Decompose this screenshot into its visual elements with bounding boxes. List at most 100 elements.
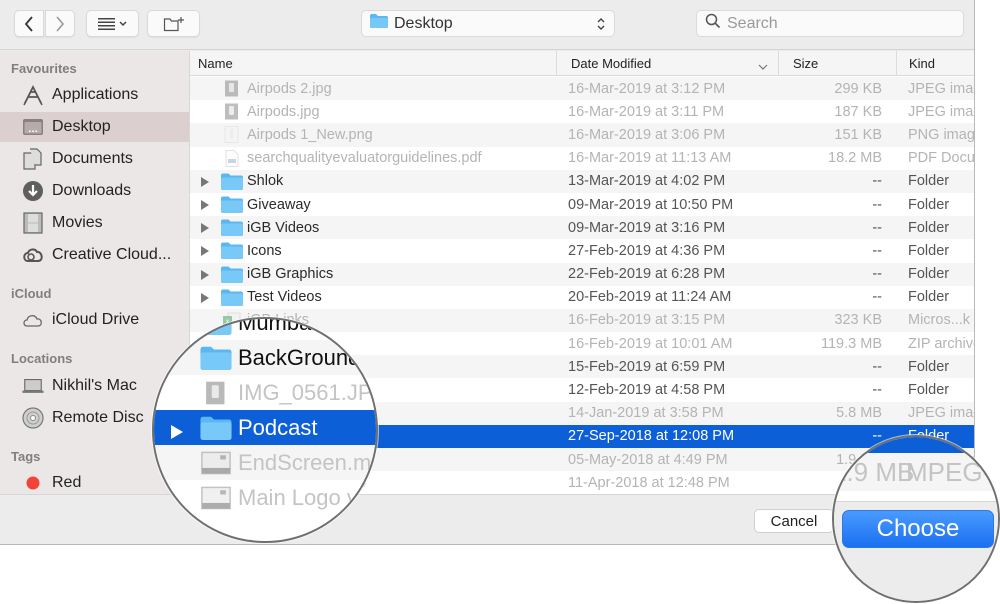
magnified-file-row[interactable]: Main Logo v1.mp4 [154, 480, 377, 515]
sidebar-item-creative-cloud[interactable]: Creative Cloud... [0, 240, 189, 270]
magnified-file-row[interactable]: Podcast [154, 410, 376, 446]
list-border [974, 51, 975, 494]
file-row[interactable]: Test Videos 20-Feb-2019 at 11:24 AM -- Fold… [190, 286, 974, 309]
location-popup[interactable]: Desktop [361, 10, 615, 37]
file-date-modified: 16-Feb-2019 at 10:01 AM [568, 335, 733, 352]
new-folder-icon [163, 16, 185, 32]
folder-icon [221, 266, 243, 283]
disclosure-triangle-icon[interactable] [170, 420, 184, 446]
dialog-footer: Cancel Choose [0, 494, 974, 544]
column-header-kind[interactable]: Kind [896, 51, 974, 76]
magnified-choose-button[interactable]: Choose [842, 510, 994, 548]
file-row[interactable]: iGB Graphics 22-Feb-2019 at 6:28 PM -- Fold… [190, 262, 974, 286]
file-size: -- [872, 266, 882, 283]
disclosure-triangle-icon[interactable] [200, 245, 210, 257]
file-row[interactable]: Airpods 2.jpg 16-Mar-2019 at 3:12 PM 299 K… [190, 77, 974, 101]
creative-cloud-icon [22, 244, 44, 266]
column-header-size[interactable]: Size [778, 51, 896, 76]
file-name: Airpods.jpg [247, 103, 320, 120]
file-name: Icons [247, 242, 282, 259]
file-name: iGB Graphics [247, 266, 334, 283]
search-field[interactable] [696, 10, 964, 37]
file-kind: Folder [908, 219, 950, 236]
file-row[interactable]: Airpods.jpg 16-Mar-2019 at 3:11 PM 187 KB J… [190, 100, 974, 123]
search-input[interactable] [727, 14, 947, 33]
folder-icon [200, 346, 232, 370]
disclosure-triangle-icon[interactable] [200, 292, 210, 304]
laptop-icon [22, 375, 44, 397]
disclosure-triangle-icon[interactable] [200, 176, 210, 188]
file-row[interactable]: searchqualityevaluatorguidelines.pdf 16-M… [190, 147, 974, 170]
file-size: -- [872, 382, 882, 399]
back-button[interactable] [14, 10, 44, 37]
file-size: 151 KB [834, 126, 882, 143]
folder-icon [200, 416, 232, 440]
applications-icon [22, 84, 44, 106]
file-kind: JPEG image [908, 405, 974, 422]
disclosure-triangle-icon[interactable] [200, 199, 210, 211]
file-size: -- [872, 358, 882, 375]
magnified-footer: Choose [834, 501, 998, 601]
file-row[interactable]: Icons 27-Feb-2019 at 4:36 PM -- Folder [190, 239, 974, 262]
sidebar-item-documents[interactable]: Documents [0, 144, 189, 174]
column-header-date-modified[interactable]: Date Modified [556, 51, 778, 76]
file-date-modified: 13-Mar-2019 at 4:02 PM [568, 173, 726, 190]
cancel-button[interactable]: Cancel [754, 509, 834, 533]
magnified-row: 1.9 MB MPEG-4 [832, 453, 998, 518]
new-folder-button[interactable] [147, 10, 200, 37]
folder-icon [221, 289, 243, 306]
sidebar-section-locations: Locations [11, 351, 73, 366]
file-name: Giveaway [247, 196, 311, 213]
file-date-modified: 12-Feb-2019 at 4:58 PM [568, 382, 726, 399]
file-kind: Folder [908, 382, 950, 399]
file-row[interactable]: Shlok 13-Mar-2019 at 4:02 PM -- Folder [190, 169, 974, 193]
sidebar-section-tags: Tags [11, 449, 41, 464]
toolbar: Desktop [0, 0, 974, 50]
view-options-button[interactable] [86, 10, 139, 37]
magnifier-right: 1.9 MB MPEG-4 Choose [832, 435, 1000, 603]
magnified-file-name: Main Logo v1.mp4 [238, 484, 377, 510]
file-kind: PNG image [908, 126, 975, 143]
magnified-file-name: IMG_0561.JPG [238, 379, 378, 405]
image-file-icon [221, 80, 243, 97]
magnified-size-text: 1.9 MB [832, 457, 915, 487]
sidebar-item-movies[interactable]: Movies [0, 208, 189, 238]
file-row[interactable]: Airpods 1_New.png 16-Mar-2019 at 3:06 PM 1… [190, 123, 975, 147]
cloud-icon [22, 309, 44, 331]
video-file-icon [200, 451, 232, 475]
image-file-icon [221, 103, 243, 120]
file-kind: Micros...k [908, 312, 971, 329]
magnified-file-name: Podcast [238, 414, 318, 440]
disclosure-triangle-icon[interactable] [200, 222, 210, 234]
file-date-modified: 16-Feb-2019 at 3:15 PM [568, 312, 726, 329]
file-name: Test Videos [247, 289, 322, 306]
file-date-modified: 14-Jan-2019 at 3:58 PM [568, 405, 724, 422]
list-header: Name Date Modified Size Kind [190, 51, 974, 76]
file-name: Shlok [247, 173, 284, 190]
forward-button[interactable] [45, 10, 75, 37]
file-row[interactable]: Giveaway 09-Mar-2019 at 10:50 PM -- Folder [190, 193, 974, 216]
file-size: 299 KB [834, 80, 882, 97]
magnified-file-row[interactable]: Mumbai [154, 319, 376, 340]
file-row[interactable]: iGB Videos 09-Mar-2019 at 3:16 PM -- Folder [190, 216, 974, 240]
magnified-rows: Mumbai BackGround IMG_0561.JPG Podcast EndSc… [154, 319, 378, 541]
file-date-modified: 15-Feb-2019 at 6:59 PM [568, 358, 726, 375]
magnified-file-row[interactable]: EndScreen.mp4 [154, 445, 376, 480]
file-size: 187 KB [834, 103, 882, 120]
updown-chevron-icon [596, 16, 606, 37]
magnified-file-row[interactable]: IMG_0561.JPG [154, 375, 378, 410]
magnified-selected-row [834, 437, 998, 453]
pdf-file-icon [221, 149, 243, 167]
file-kind: Folder [908, 196, 950, 213]
disclosure-triangle-icon[interactable] [200, 269, 210, 281]
column-header-name[interactable]: Name [198, 51, 233, 76]
sidebar-item-applications[interactable]: Applications [0, 80, 189, 110]
documents-icon [22, 148, 44, 170]
open-dialog-window: Desktop Favourites Applications Desktop [0, 0, 975, 545]
file-date-modified: 05-May-2018 at 4:49 PM [568, 451, 728, 468]
magnified-file-row[interactable]: BackGround [154, 340, 376, 375]
sidebar-item-downloads[interactable]: Downloads [0, 176, 189, 206]
file-size: 18.2 MB [828, 150, 882, 167]
file-size: -- [872, 173, 882, 190]
sidebar-item-desktop[interactable]: Desktop [0, 112, 189, 142]
